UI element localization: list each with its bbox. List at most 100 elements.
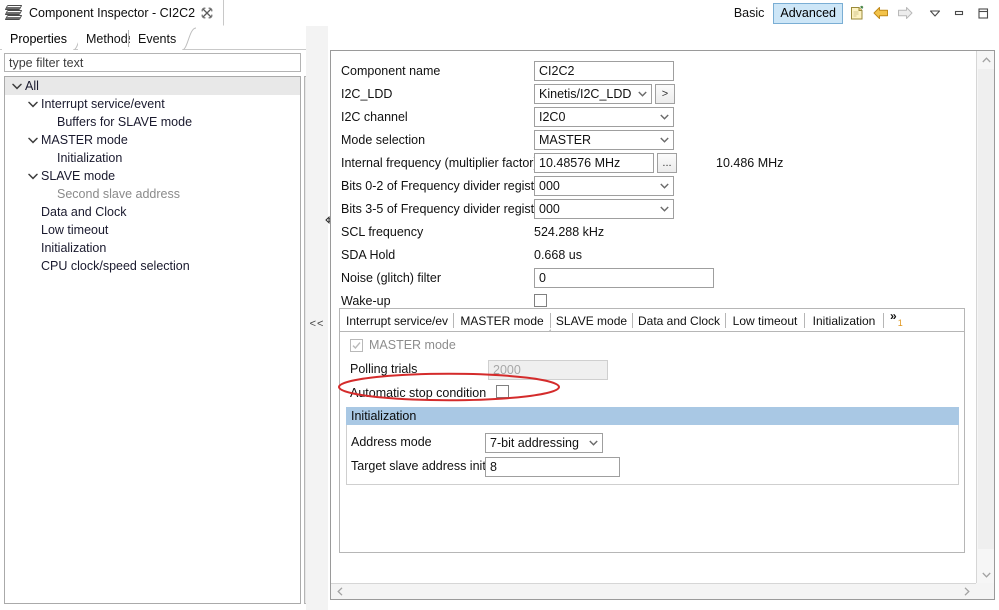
collapse-pane-button[interactable]: << <box>306 316 328 332</box>
address-mode-value: 7-bit addressing <box>490 436 579 450</box>
tab-events[interactable]: Events <box>130 27 197 50</box>
property-control: MASTER <box>534 129 674 150</box>
filter-placeholder: type filter text <box>9 56 84 70</box>
property-row: Bits 0-2 of Frequency divider register 00… <box>331 174 976 197</box>
tree-item-label: Low timeout <box>41 223 109 237</box>
tab-properties[interactable]: Properties <box>2 27 88 50</box>
tree-item[interactable]: Initialization <box>5 149 300 167</box>
editor-vertical-scrollbar[interactable] <box>976 51 994 583</box>
text-input[interactable]: 10.48576 MHz <box>534 152 654 173</box>
tree-item[interactable]: Interrupt service/event <box>5 95 300 113</box>
tree-item[interactable]: Low timeout <box>5 221 300 239</box>
tree-item[interactable]: Second slave address <box>5 185 300 203</box>
property-label: SDA Hold <box>341 247 396 262</box>
property-control: I2C0 <box>534 106 674 127</box>
tree-item-label: Initialization <box>57 151 123 165</box>
scroll-down-icon[interactable] <box>977 566 995 583</box>
tree-item-label: MASTER mode <box>41 133 128 147</box>
category-tab[interactable]: Low timeout <box>726 310 804 331</box>
tab-overflow-count: 1 <box>897 318 903 328</box>
address-mode-combo[interactable]: 7-bit addressing <box>485 433 603 453</box>
category-tab[interactable]: Interrupt service/ev <box>341 310 453 331</box>
minimize-icon[interactable] <box>947 2 971 24</box>
back-arrow-icon[interactable] <box>869 2 893 24</box>
category-tab[interactable]: SLAVE mode <box>551 310 632 331</box>
category-tab[interactable]: MASTER mode <box>454 310 563 331</box>
chevron-down-icon[interactable] <box>9 77 25 95</box>
text-input[interactable]: 0 <box>534 267 714 288</box>
category-tab-label: MASTER mode <box>460 313 544 328</box>
combo-box[interactable]: I2C0 <box>534 106 674 127</box>
editor-horizontal-scrollbar[interactable] <box>331 583 976 599</box>
category-tab[interactable]: Data and Clock <box>633 310 725 331</box>
view-title-bar: Component Inspector - CI2C2 Basic Advanc… <box>0 0 999 26</box>
property-label: Wake-up <box>341 293 391 308</box>
editor-vscroll-thumb[interactable] <box>978 69 994 549</box>
initialization-section-header: Initialization <box>346 407 959 425</box>
property-label: Bits 3-5 of Frequency divider register <box>341 201 546 216</box>
chevron-down-icon[interactable] <box>25 167 41 185</box>
filter-input[interactable]: type filter text <box>4 53 301 72</box>
view-tab-component-inspector[interactable]: Component Inspector - CI2C2 <box>0 0 225 26</box>
property-control: 000 <box>534 175 674 196</box>
tree-item[interactable]: SLAVE mode <box>5 167 300 185</box>
polling-trials-input: 2000 <box>488 360 608 380</box>
category-tab[interactable]: Initialization <box>805 310 883 331</box>
combo-value: Kinetis/I2C_LDD <box>539 86 632 101</box>
new-file-icon[interactable] <box>845 2 869 24</box>
master-mode-tab-panel: MASTER mode Polling trials 2000 Automati… <box>340 331 964 552</box>
property-label: Mode selection <box>341 132 426 147</box>
tab-curve-icon <box>182 27 198 50</box>
text-input[interactable]: CI2C2 <box>534 60 674 81</box>
automatic-stop-condition-label: Automatic stop condition <box>350 386 487 400</box>
master-mode-checkbox-label: MASTER mode <box>369 338 456 352</box>
maximize-icon[interactable] <box>971 2 995 24</box>
tree-item[interactable]: Buffers for SLAVE mode <box>5 113 300 131</box>
mode-button-basic[interactable]: Basic <box>727 3 772 24</box>
property-control: 524.288 kHz <box>534 225 604 239</box>
chevron-down-icon[interactable] <box>25 95 41 113</box>
chevron-down-icon[interactable] <box>25 131 41 149</box>
scroll-up-icon[interactable] <box>977 51 995 68</box>
open-component-button[interactable]: > <box>655 83 675 104</box>
property-control: Kinetis/I2C_LDD > <box>534 83 675 104</box>
combo-box[interactable]: 000 <box>534 198 674 219</box>
ellipsis-browse-button[interactable]: ... <box>657 152 677 173</box>
mode-button-advanced[interactable]: Advanced <box>773 2 843 24</box>
combo-box[interactable]: Kinetis/I2C_LDD <box>534 83 652 104</box>
combo-box[interactable]: MASTER <box>534 129 674 150</box>
scroll-left-icon[interactable] <box>332 584 348 599</box>
tree-item-label: Second slave address <box>57 187 180 201</box>
target-slave-address-input[interactable]: 8 <box>485 457 620 477</box>
combo-value: 000 <box>539 201 560 216</box>
close-icon[interactable] <box>201 7 213 19</box>
tree-item-label: SLAVE mode <box>41 169 116 183</box>
checkbox[interactable] <box>534 294 547 307</box>
tree-item[interactable]: Initialization <box>5 239 300 257</box>
tab-events-label: Events <box>138 31 177 46</box>
address-mode-row: Address mode 7-bit addressing <box>351 433 931 454</box>
tab-overflow-button[interactable]: » 1 <box>884 310 909 331</box>
view-menu-icon[interactable] <box>923 2 947 24</box>
chevron-down-icon <box>633 85 651 103</box>
properties-tree[interactable]: All Interrupt service/event Buffers for SL… <box>4 76 301 604</box>
tree-item[interactable]: CPU clock/speed selection <box>5 257 300 275</box>
automatic-stop-condition-checkbox[interactable] <box>496 385 509 398</box>
property-form: Component name CI2C2 I2C_LDD Kinetis/I2C_LD… <box>331 59 976 312</box>
initialization-section-title: Initialization <box>351 409 417 423</box>
property-row: Noise (glitch) filter 0 <box>331 266 976 289</box>
tree-item[interactable]: Data and Clock <box>5 203 300 221</box>
scroll-right-icon[interactable] <box>959 584 975 599</box>
component-properties-editor: Component name CI2C2 I2C_LDD Kinetis/I2C_LD… <box>330 50 995 600</box>
property-label: Internal frequency (multiplier factor) <box>341 155 538 170</box>
tree-item[interactable]: All <box>5 77 300 95</box>
polling-trials-label: Polling trials <box>350 362 418 376</box>
combo-box[interactable]: 000 <box>534 175 674 196</box>
property-row: SDA Hold 0.668 us <box>331 243 976 266</box>
tree-item[interactable]: MASTER mode <box>5 131 300 149</box>
category-tab-folder: Interrupt service/ev MASTER mode SLAVE mod… <box>339 308 965 553</box>
